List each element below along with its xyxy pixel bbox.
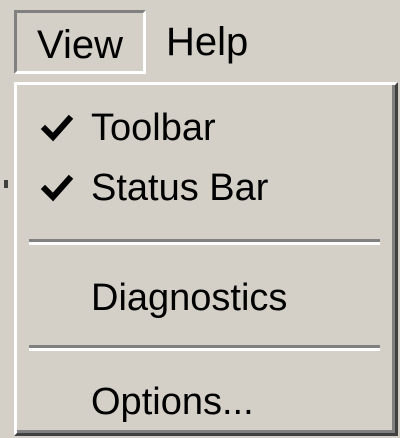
menu-help[interactable]: Help bbox=[152, 10, 270, 74]
menu-separator bbox=[29, 239, 380, 245]
menu-item-label: Status Bar bbox=[91, 167, 269, 209]
menu-item-label: Options... bbox=[91, 381, 254, 423]
dropdown-inner-border: Toolbar Status Bar Diagnostics Options..… bbox=[17, 85, 395, 433]
menu-separator bbox=[29, 345, 380, 351]
checkmark-icon bbox=[39, 159, 79, 217]
menu-item-options[interactable]: Options... bbox=[17, 373, 392, 431]
menu-item-label: Diagnostics bbox=[91, 277, 288, 319]
window-edge bbox=[0, 82, 6, 438]
view-dropdown-menu: Toolbar Status Bar Diagnostics Options..… bbox=[14, 82, 398, 436]
menu-item-toolbar[interactable]: Toolbar bbox=[17, 99, 392, 157]
menu-item-status-bar[interactable]: Status Bar bbox=[17, 159, 392, 217]
application-window: View Help Toolbar Status Bar Diagnostics… bbox=[0, 0, 400, 438]
window-edge-mark bbox=[4, 180, 8, 188]
checkmark-icon bbox=[39, 99, 79, 157]
menu-bar: View Help bbox=[0, 0, 400, 82]
menu-item-diagnostics[interactable]: Diagnostics bbox=[17, 269, 392, 327]
menu-view[interactable]: View bbox=[14, 10, 146, 74]
menu-item-label: Toolbar bbox=[91, 107, 216, 149]
